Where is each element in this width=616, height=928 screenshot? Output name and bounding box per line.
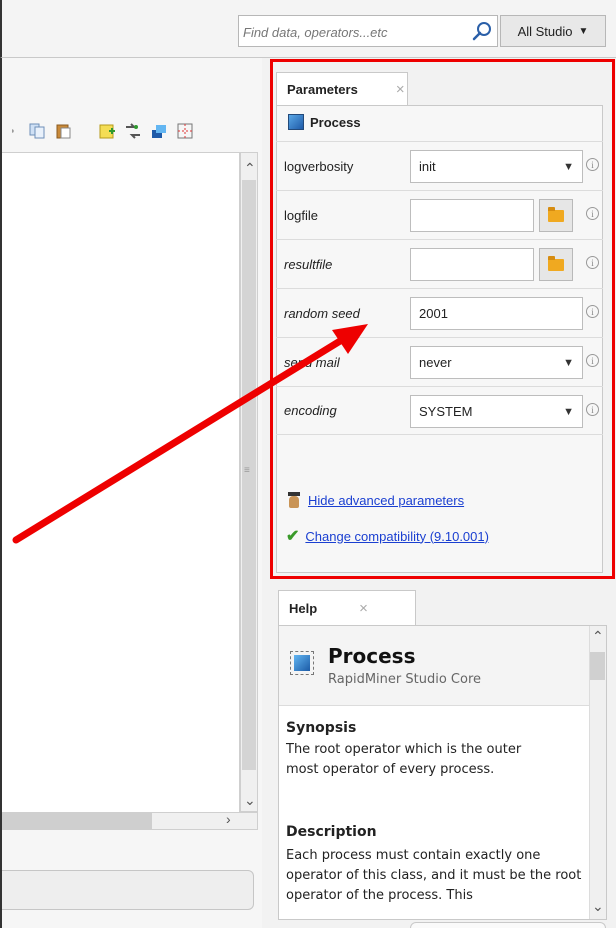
bring-to-front-icon[interactable]: [150, 122, 168, 140]
help-title: Process: [328, 644, 416, 668]
grip-icon: ≡: [244, 465, 250, 476]
partial-icon[interactable]: [12, 122, 20, 140]
add-note-icon[interactable]: [98, 122, 116, 140]
process-canvas[interactable]: [2, 152, 240, 812]
bottom-tab-edge: [410, 922, 606, 928]
process-toolbar: [2, 115, 260, 147]
search-scope-dropdown[interactable]: All Studio ▼: [500, 15, 606, 47]
search-icon[interactable]: [471, 20, 493, 42]
tab-help-label: Help: [289, 601, 318, 616]
copy-icon[interactable]: [28, 122, 46, 140]
process-bottom-bar: [2, 870, 254, 910]
highlight-box: [270, 59, 615, 579]
synopsis-text: The root operator which is the outer mos…: [286, 742, 522, 777]
help-header: [279, 626, 589, 706]
scroll-up-icon[interactable]: ⌃: [592, 628, 604, 645]
help-scroll-thumb[interactable]: [590, 652, 605, 680]
paste-icon[interactable]: [54, 122, 72, 140]
scroll-right-icon[interactable]: ›: [226, 811, 231, 827]
connect-icon[interactable]: [124, 122, 142, 140]
scroll-down-icon[interactable]: ⌄: [244, 792, 256, 809]
synopsis-heading: Synopsis: [286, 720, 357, 736]
search-input[interactable]: [243, 22, 463, 42]
help-subtitle: RapidMiner Studio Core: [328, 672, 481, 687]
scroll-down-icon[interactable]: ⌄: [592, 898, 604, 915]
tab-help[interactable]: Help ×: [278, 590, 416, 626]
description-heading: Description: [286, 824, 377, 840]
close-icon[interactable]: ×: [359, 600, 368, 617]
search-scope-label: All Studio: [517, 23, 573, 39]
search-box[interactable]: [238, 15, 498, 47]
grid-icon[interactable]: [176, 122, 194, 140]
description-text: Each process must contain exactly one op…: [286, 848, 582, 903]
process-icon: [290, 651, 314, 675]
chevron-down-icon: ▼: [578, 25, 589, 37]
horizontal-scroll-thumb[interactable]: [2, 813, 152, 829]
scroll-up-icon[interactable]: ⌃: [244, 160, 256, 177]
